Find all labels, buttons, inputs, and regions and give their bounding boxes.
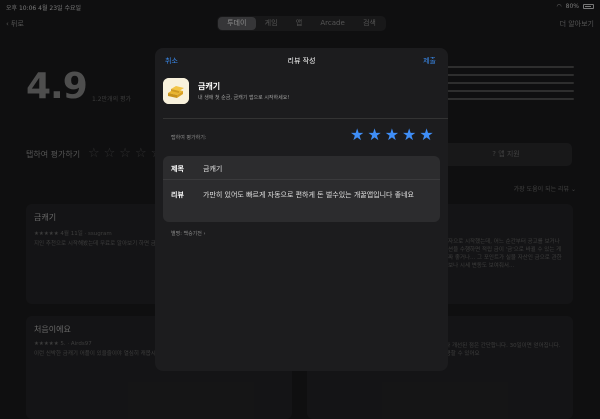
app-info: 금캐기 내 생애 첫 순금, 금캐기 앱으로 시작하세요! — [163, 78, 440, 104]
star-1-icon[interactable]: ★ — [350, 127, 364, 143]
write-review-sheet: 취소 리뷰 작성 제출 금캐기 내 생애 첫 순금, 금캐기 앱으로 시작하세요… — [155, 48, 448, 371]
title-field[interactable]: 금캐기 — [203, 164, 435, 174]
divider — [163, 118, 448, 119]
tap-to-rate-label: 탭하여 평가하기: — [171, 135, 207, 141]
title-label: 제목 — [171, 165, 184, 173]
star-4-icon[interactable]: ★ — [402, 127, 416, 143]
sheet-title: 리뷰 작성 — [287, 57, 316, 65]
star-2-icon[interactable]: ★ — [367, 127, 381, 143]
review-label: 리뷰 — [171, 191, 184, 199]
submit-button[interactable]: 제출 — [423, 56, 436, 66]
title-row: 제목 금캐기 — [163, 156, 440, 180]
star-3-icon[interactable]: ★ — [385, 127, 399, 143]
review-form: 제목 금캐기 리뷰 가만히 있어도 빠르게 자동으로 편하게 돈 벌수있는 개꿀… — [163, 156, 440, 222]
sheet-header: 취소 리뷰 작성 제출 — [155, 48, 448, 74]
review-textarea[interactable]: 가만히 있어도 빠르게 자동으로 편하게 돈 벌수있는 개꿀앱입니다 좋네요 — [203, 190, 435, 200]
gold-bars-app-icon — [163, 78, 189, 104]
app-description: 내 생애 첫 순금, 금캐기 앱으로 시작하세요! — [198, 95, 290, 101]
star-rating-input: ★ ★ ★ ★ ★ — [350, 127, 434, 143]
nickname-link[interactable]: 별명: 백승기전 › — [171, 230, 205, 237]
review-row: 리뷰 가만히 있어도 빠르게 자동으로 편하게 돈 벌수있는 개꿀앱입니다 좋네… — [163, 180, 440, 222]
app-name: 금캐기 — [198, 82, 221, 91]
star-5-icon[interactable]: ★ — [419, 127, 433, 143]
